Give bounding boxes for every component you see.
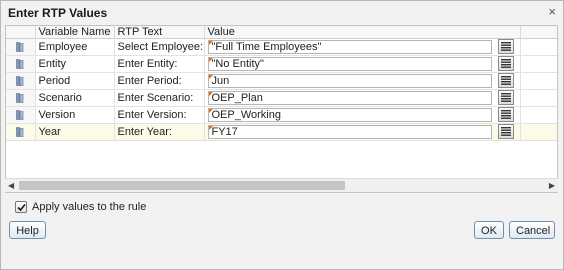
rtp-values-grid: Variable Name RTP Text Value Employee Sel… xyxy=(5,25,558,193)
scroll-right-icon[interactable]: ▶ xyxy=(549,180,555,192)
value-input[interactable]: FY17 xyxy=(207,125,492,139)
dimension-member-icon xyxy=(16,92,24,104)
filler-cell xyxy=(520,106,557,124)
rtp-text-cell: Enter Period: xyxy=(114,72,205,90)
scroll-left-icon[interactable]: ◀ xyxy=(8,180,14,192)
member-selector-icon[interactable] xyxy=(497,107,514,122)
table-header-row: Variable Name RTP Text Value xyxy=(6,26,557,39)
apply-values-option[interactable]: Apply values to the rule xyxy=(15,200,146,214)
column-header-rtp-text[interactable]: RTP Text xyxy=(114,26,205,39)
dimension-member-icon xyxy=(16,41,24,53)
member-selector-icon[interactable] xyxy=(497,90,514,105)
ok-button[interactable]: OK xyxy=(474,221,504,239)
rtp-text-cell: Enter Scenario: xyxy=(114,89,205,107)
row-icon-cell xyxy=(6,55,36,73)
variable-name-cell: Year xyxy=(35,123,115,141)
table-row[interactable]: Entity Enter Entity: "No Entity" xyxy=(6,55,557,73)
scrollbar-thumb[interactable] xyxy=(19,181,345,190)
filler-cell xyxy=(520,123,557,141)
row-icon-header xyxy=(6,26,36,39)
table-row[interactable]: Employee Select Employee: "Full Time Emplo… xyxy=(6,38,557,56)
table-body: Employee Select Employee: "Full Time Emplo… xyxy=(6,38,557,141)
table-row[interactable]: Year Enter Year: FY17 xyxy=(6,123,557,141)
dimension-member-icon xyxy=(16,126,24,138)
variable-name-cell: Version xyxy=(35,106,115,124)
horizontal-scrollbar[interactable]: ◀ ▶ xyxy=(5,178,558,192)
rtp-text-cell: Enter Entity: xyxy=(114,55,205,73)
rtp-text-cell: Enter Version: xyxy=(114,106,205,124)
filler-cell xyxy=(520,72,557,90)
value-cell: Jun xyxy=(204,72,521,90)
variable-name-cell: Scenario xyxy=(35,89,115,107)
column-header-value[interactable]: Value xyxy=(204,26,521,39)
value-cell: "Full Time Employees" xyxy=(204,38,521,56)
variable-name-cell: Period xyxy=(35,72,115,90)
table-row[interactable]: Scenario Enter Scenario: OEP_Plan xyxy=(6,89,557,107)
filler-cell xyxy=(520,89,557,107)
dialog-title: Enter RTP Values xyxy=(8,6,108,20)
member-selector-icon[interactable] xyxy=(497,124,514,139)
table-row[interactable]: Version Enter Version: OEP_Working xyxy=(6,106,557,124)
rtp-text-cell: Enter Year: xyxy=(114,123,205,141)
value-input[interactable]: "Full Time Employees" xyxy=(207,40,492,54)
apply-values-label: Apply values to the rule xyxy=(32,201,147,213)
cancel-button[interactable]: Cancel xyxy=(509,221,555,239)
column-header-variable-name[interactable]: Variable Name xyxy=(35,26,115,39)
dimension-member-icon xyxy=(16,58,24,70)
row-icon-cell xyxy=(6,89,36,107)
row-icon-cell xyxy=(6,106,36,124)
row-icon-cell xyxy=(6,72,36,90)
member-selector-icon[interactable] xyxy=(497,73,514,88)
value-input[interactable]: OEP_Plan xyxy=(207,91,492,105)
checkmark-icon xyxy=(17,203,26,212)
filler-cell xyxy=(520,55,557,73)
column-header-filler xyxy=(520,26,557,39)
value-input[interactable]: Jun xyxy=(207,74,492,88)
close-icon[interactable]: × xyxy=(548,4,556,19)
value-cell: FY17 xyxy=(204,123,521,141)
table-row[interactable]: Period Enter Period: Jun xyxy=(6,72,557,90)
value-input[interactable]: OEP_Working xyxy=(207,108,492,122)
row-icon-cell xyxy=(6,123,36,141)
value-cell: "No Entity" xyxy=(204,55,521,73)
rtp-text-cell: Select Employee: xyxy=(114,38,205,56)
enter-rtp-values-dialog: Enter RTP Values × Variable Name RTP Tex… xyxy=(0,0,564,270)
rtp-table: Variable Name RTP Text Value Employee Sel… xyxy=(6,26,557,141)
member-selector-icon[interactable] xyxy=(497,56,514,71)
row-icon-cell xyxy=(6,38,36,56)
filler-cell xyxy=(520,38,557,56)
value-cell: OEP_Plan xyxy=(204,89,521,107)
value-cell: OEP_Working xyxy=(204,106,521,124)
help-button[interactable]: Help xyxy=(9,221,46,239)
dimension-member-icon xyxy=(16,75,24,87)
variable-name-cell: Entity xyxy=(35,55,115,73)
member-selector-icon[interactable] xyxy=(497,39,514,54)
dialog-titlebar: Enter RTP Values × xyxy=(1,1,563,25)
variable-name-cell: Employee xyxy=(35,38,115,56)
apply-values-checkbox[interactable] xyxy=(15,201,27,213)
dimension-member-icon xyxy=(16,109,24,121)
value-input[interactable]: "No Entity" xyxy=(207,57,492,71)
